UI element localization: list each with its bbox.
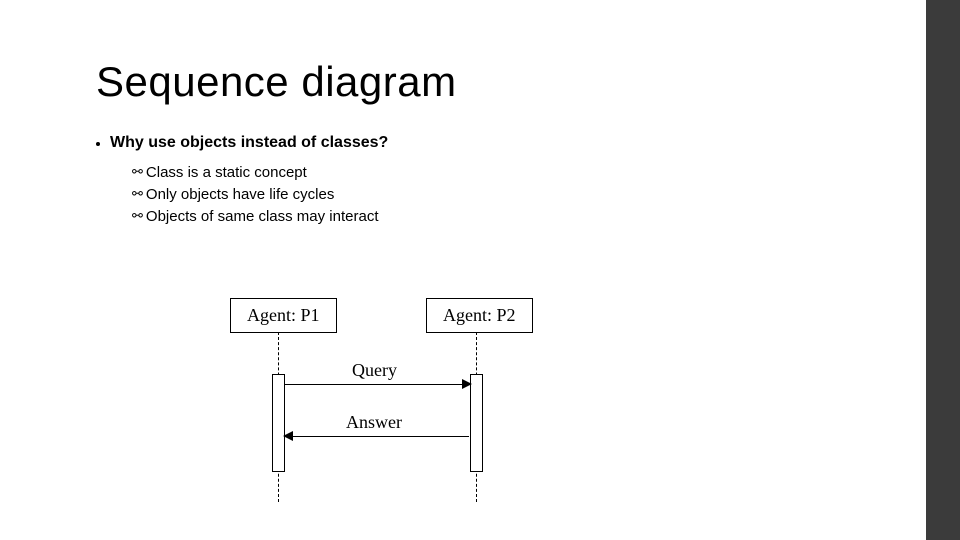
slide-content: Sequence diagram Why use objects instead…	[0, 0, 960, 227]
link-icon: ⚯	[132, 207, 143, 226]
link-icon: ⚯	[132, 185, 143, 204]
activation-bar-p1	[272, 374, 285, 472]
question-text: Why use objects instead of classes?	[110, 134, 388, 152]
bullet-dot-icon	[96, 142, 100, 146]
slide-title: Sequence diagram	[96, 58, 960, 106]
participant-box-p1: Agent: P1	[230, 298, 337, 333]
sub-point-text: Class is a static concept	[146, 162, 307, 184]
message-label-answer: Answer	[346, 412, 402, 433]
bullet-question-row: Why use objects instead of classes?	[96, 134, 960, 152]
sub-points-list: ⚯ Class is a static concept ⚯ Only objec…	[132, 162, 960, 227]
sub-point-text: Only objects have life cycles	[146, 184, 334, 206]
sub-point: ⚯ Only objects have life cycles	[132, 184, 960, 206]
link-icon: ⚯	[132, 163, 143, 182]
message-line-query	[285, 384, 469, 385]
message-line-answer	[285, 436, 469, 437]
sequence-diagram: Agent: P1 Agent: P2 Query Answer	[200, 298, 600, 518]
message-label-query: Query	[352, 360, 397, 381]
participant-box-p2: Agent: P2	[426, 298, 533, 333]
sub-point: ⚯ Objects of same class may interact	[132, 206, 960, 228]
sub-point: ⚯ Class is a static concept	[132, 162, 960, 184]
sub-point-text: Objects of same class may interact	[146, 206, 379, 228]
arrow-left-icon	[283, 431, 293, 441]
arrow-right-icon	[462, 379, 472, 389]
side-accent-bar	[926, 0, 960, 540]
